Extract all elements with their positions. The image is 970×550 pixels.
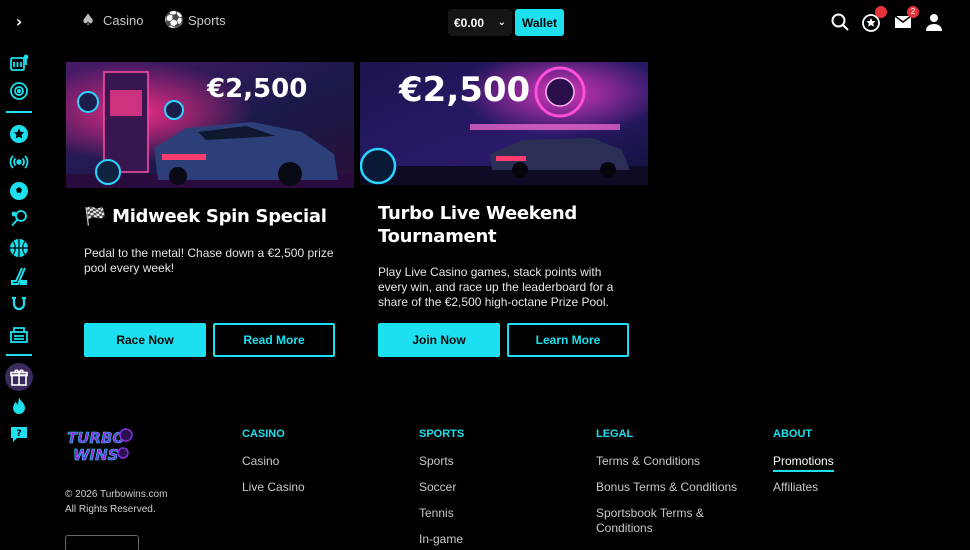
help-chat-icon[interactable]: ? <box>8 423 30 445</box>
footer-heading: CASINO <box>242 428 285 440</box>
promo-amount: €2,500 <box>399 70 531 110</box>
svg-text:?: ? <box>16 429 21 439</box>
soccer-ball-icon: ⚽ <box>164 10 184 29</box>
nav-casino[interactable]: ♠ Casino <box>79 10 144 29</box>
join-now-button[interactable]: Join Now <box>378 323 500 357</box>
balance-amount: €0.00 <box>454 15 485 30</box>
account-icon[interactable] <box>924 12 944 32</box>
messages-icon[interactable]: 2 <box>893 6 919 32</box>
promo-card: €2,500 🏁 Midweek Spin Special Pedal to t… <box>66 62 354 357</box>
footer-column-casino: CASINO Casino Live Casino <box>242 428 305 494</box>
nav-casino-label: Casino <box>103 12 144 28</box>
svg-text:TURBO: TURBO <box>67 429 125 447</box>
promo-title: Turbo Live Weekend Tournament <box>378 203 577 247</box>
promo-description: Play Live Casino games, stack points wit… <box>378 265 614 309</box>
promo-banner-image[interactable]: €2,500 <box>360 62 648 185</box>
turbowins-logo[interactable]: TURBO WINS <box>65 426 135 466</box>
footer-column-about: ABOUT Promotions Affiliates <box>773 428 834 494</box>
wallet-button[interactable]: Wallet <box>515 9 564 36</box>
gift-icon[interactable] <box>8 366 30 388</box>
rewards-icon[interactable] <box>861 6 887 32</box>
footer-heading: ABOUT <box>773 428 813 440</box>
top-header: ♠ Casino ⚽ Sports €0.00 ⌄ Wallet 2 <box>38 0 970 46</box>
copyright-line: © 2026 Turbowins.com <box>65 489 168 500</box>
language-selector[interactable] <box>65 535 139 550</box>
rights-line: All Rights Reserved. <box>65 504 156 515</box>
virtual-sports-icon[interactable] <box>8 323 30 345</box>
nav-sports[interactable]: ⚽ Sports <box>164 11 226 29</box>
footer-heading: SPORTS <box>419 428 465 440</box>
sidebar-divider <box>6 354 32 356</box>
casino-slot-icon[interactable] <box>8 52 30 74</box>
favorites-star-icon[interactable] <box>8 123 30 145</box>
spade-icon: ♠ <box>80 10 96 29</box>
learn-more-button[interactable]: Learn More <box>507 323 629 357</box>
footer-link-affiliates[interactable]: Affiliates <box>773 480 818 495</box>
footer-heading: LEGAL <box>596 428 634 440</box>
footer-link-bonus-terms[interactable]: Bonus Terms & Conditions <box>596 480 737 495</box>
live-roulette-icon[interactable] <box>8 80 30 102</box>
race-now-button[interactable]: Race Now <box>84 323 206 357</box>
sidebar-divider <box>6 111 32 113</box>
footer-link-tennis[interactable]: Tennis <box>419 506 454 521</box>
hockey-icon[interactable] <box>8 265 30 287</box>
svg-text:WINS: WINS <box>73 446 118 464</box>
tennis-icon[interactable] <box>8 208 30 230</box>
chevron-down-icon: ⌄ <box>497 17 506 28</box>
footer-link-promotions[interactable]: Promotions <box>773 454 834 472</box>
basketball-icon[interactable] <box>8 237 30 259</box>
footer-link-sports[interactable]: Sports <box>419 454 454 469</box>
footer-link-soccer[interactable]: Soccer <box>419 480 456 495</box>
promo-banner-image[interactable]: €2,500 <box>66 62 354 188</box>
promo-description: Pedal to the metal! Chase down a €2,500 … <box>84 246 334 275</box>
copyright: © 2026 Turbowins.com All Rights Reserved… <box>65 487 167 517</box>
promotions-page: › ? ♠ Casino ⚽ Sports €0.00 ⌄ Wallet 2 €… <box>0 0 970 550</box>
rewards-badge <box>875 6 887 18</box>
footer-column-legal: LEGAL Terms & Conditions Bonus Terms & C… <box>596 428 737 535</box>
sidebar: › ? <box>0 0 38 550</box>
promo-amount: €2,500 <box>207 74 308 104</box>
nav-sports-label: Sports <box>188 12 226 28</box>
messages-badge: 2 <box>907 6 919 18</box>
footer-link-live-casino[interactable]: Live Casino <box>242 480 305 495</box>
search-icon[interactable] <box>830 12 850 32</box>
expand-sidebar-icon[interactable]: › <box>9 12 29 32</box>
balance-dropdown[interactable]: €0.00 ⌄ <box>448 9 512 36</box>
footer-column-sports: SPORTS Sports Soccer Tennis In-game <box>419 428 465 546</box>
horseshoe-icon[interactable] <box>8 294 30 316</box>
read-more-button[interactable]: Read More <box>213 323 335 357</box>
promo-title: 🏁 Midweek Spin Special <box>84 206 327 227</box>
promo-card: €2,500 Turbo Live Weekend Tournament Pla… <box>360 62 648 357</box>
live-broadcast-icon[interactable] <box>8 151 30 173</box>
footer-link-terms[interactable]: Terms & Conditions <box>596 454 700 469</box>
fire-icon[interactable] <box>8 395 30 417</box>
footer-link-sportsbook-terms[interactable]: Sportsbook Terms & Conditions <box>596 506 716 536</box>
footer-link-in-game[interactable]: In-game <box>419 532 463 547</box>
soccer-icon[interactable] <box>8 180 30 202</box>
footer-link-casino[interactable]: Casino <box>242 454 279 469</box>
